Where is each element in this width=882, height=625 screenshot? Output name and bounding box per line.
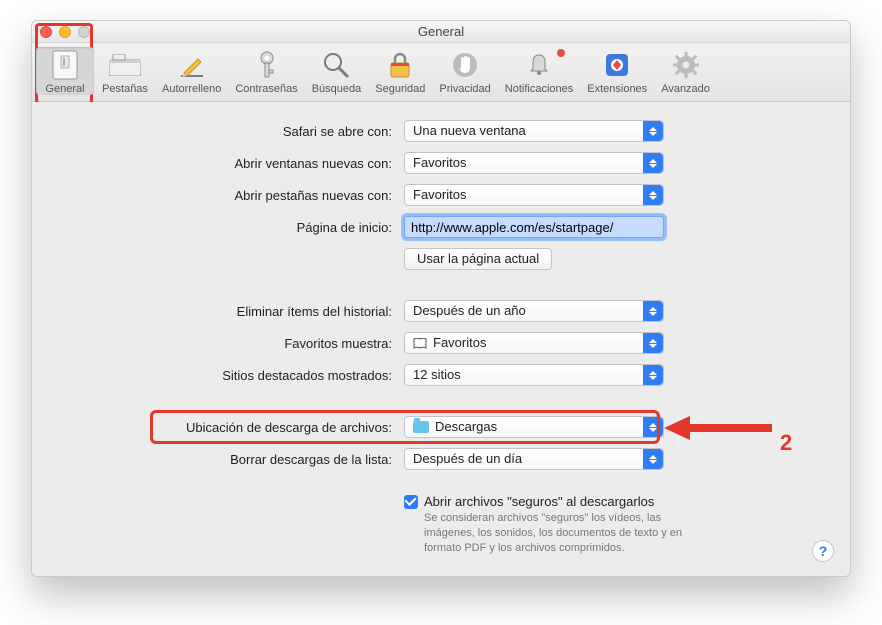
open-safe-files-label: Abrir archivos "seguros" al descargarlos <box>424 494 684 509</box>
preferences-toolbar: General Pestañas Autorrelleno <box>32 43 850 102</box>
toolbar-tab-general[interactable]: General <box>36 47 94 95</box>
window-controls <box>40 26 90 38</box>
select-value: Favoritos <box>433 333 486 353</box>
toolbar-label: Avanzado <box>661 83 710 95</box>
label-homepage: Página de inicio: <box>62 220 392 235</box>
toolbar-tab-avanzado[interactable]: Avanzado <box>655 47 716 95</box>
homepage-input[interactable] <box>404 216 664 238</box>
clear-downloads-select[interactable]: Después de un día <box>404 448 664 470</box>
label-favorites-shows: Favoritos muestra: <box>62 336 392 351</box>
window-title: General <box>418 24 464 39</box>
toolbar-label: Seguridad <box>375 83 425 95</box>
general-icon <box>47 49 83 81</box>
toolbar-tab-seguridad[interactable]: Seguridad <box>369 47 431 95</box>
general-form: Safari se abre con: Una nueva ventana Ab… <box>62 120 820 556</box>
label-clear-history: Eliminar ítems del historial: <box>62 304 392 319</box>
select-value: Favoritos <box>413 185 466 205</box>
open-safe-files-hint: Se consideran archivos "seguros" los víd… <box>424 511 684 556</box>
toolbar-tab-contrasenas[interactable]: Contraseñas <box>229 47 303 95</box>
chevron-updown-icon <box>643 333 663 353</box>
key-icon <box>249 49 285 81</box>
select-value: Después de un día <box>413 449 522 469</box>
minimize-button[interactable] <box>59 26 71 38</box>
label-top-sites-shown: Sitios destacados mostrados: <box>62 368 392 383</box>
label-safari-opens: Safari se abre con: <box>62 124 392 139</box>
toolbar-tab-pestanas[interactable]: Pestañas <box>96 47 154 95</box>
select-value: 12 sitios <box>413 365 461 385</box>
toolbar-label: Búsqueda <box>312 83 362 95</box>
toolbar-tab-busqueda[interactable]: Búsqueda <box>306 47 368 95</box>
toolbar-tab-privacidad[interactable]: Privacidad <box>433 47 496 95</box>
chevron-updown-icon <box>643 121 663 141</box>
maximize-button[interactable] <box>78 26 90 38</box>
select-value: Descargas <box>435 417 497 437</box>
label-new-tabs: Abrir pestañas nuevas con: <box>62 188 392 203</box>
tabs-icon <box>107 49 143 81</box>
folder-icon <box>413 421 429 433</box>
puzzle-icon <box>599 49 635 81</box>
clear-history-select[interactable]: Después de un año <box>404 300 664 322</box>
new-tabs-select[interactable]: Favoritos <box>404 184 664 206</box>
preferences-body: Safari se abre con: Una nueva ventana Ab… <box>32 102 850 576</box>
close-button[interactable] <box>40 26 52 38</box>
chevron-updown-icon <box>643 365 663 385</box>
label-download-location: Ubicación de descarga de archivos: <box>62 420 392 435</box>
select-value: Una nueva ventana <box>413 121 526 141</box>
toolbar-label: General <box>45 83 84 95</box>
download-location-select[interactable]: Descargas <box>404 416 664 438</box>
select-value: Favoritos <box>413 153 466 173</box>
toolbar-label: Notificaciones <box>505 83 573 95</box>
titlebar: General <box>32 21 850 43</box>
notification-badge-icon <box>557 49 565 57</box>
chevron-updown-icon <box>643 185 663 205</box>
new-windows-select[interactable]: Favoritos <box>404 152 664 174</box>
toolbar-label: Autorrelleno <box>162 83 221 95</box>
hand-icon <box>447 49 483 81</box>
lock-icon <box>382 49 418 81</box>
bell-icon <box>521 49 557 81</box>
help-button[interactable]: ? <box>812 540 834 562</box>
chevron-updown-icon <box>643 301 663 321</box>
toolbar-label: Extensiones <box>587 83 647 95</box>
select-value: Después de un año <box>413 301 526 321</box>
book-icon <box>413 337 427 349</box>
toolbar-label: Pestañas <box>102 83 148 95</box>
toolbar-tab-notificaciones[interactable]: Notificaciones <box>499 47 579 95</box>
chevron-updown-icon <box>643 449 663 469</box>
chevron-updown-icon <box>643 153 663 173</box>
pencil-icon <box>174 49 210 81</box>
preferences-window: General General Pestañas <box>31 20 851 577</box>
use-current-page-button[interactable]: Usar la página actual <box>404 248 552 270</box>
toolbar-label: Privacidad <box>439 83 490 95</box>
gear-icon <box>668 49 704 81</box>
toolbar-tab-autorrelleno[interactable]: Autorrelleno <box>156 47 227 95</box>
safari-opens-select[interactable]: Una nueva ventana <box>404 120 664 142</box>
open-safe-files-checkbox[interactable] <box>404 495 418 509</box>
top-sites-shown-select[interactable]: 12 sitios <box>404 364 664 386</box>
favorites-shows-select[interactable]: Favoritos <box>404 332 664 354</box>
search-icon <box>318 49 354 81</box>
chevron-updown-icon <box>643 417 663 437</box>
toolbar-tab-extensiones[interactable]: Extensiones <box>581 47 653 95</box>
label-new-windows: Abrir ventanas nuevas con: <box>62 156 392 171</box>
toolbar-label: Contraseñas <box>235 83 297 95</box>
label-clear-downloads: Borrar descargas de la lista: <box>62 452 392 467</box>
